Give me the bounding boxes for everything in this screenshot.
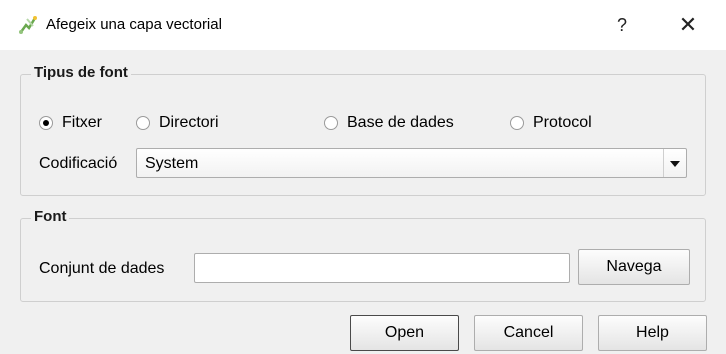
source-type-legend: Tipus de font: [31, 64, 131, 81]
radio-directory-label: Directori: [159, 114, 219, 131]
encoding-value: System: [145, 155, 199, 172]
close-button[interactable]: ✕: [673, 10, 703, 40]
source-legend: Font: [31, 208, 70, 225]
help-question-button[interactable]: ?: [607, 10, 637, 40]
source-type-group: Tipus de font Fitxer Directori Base de d…: [20, 64, 706, 196]
title-bar: Afegeix una capa vectorial ? ✕: [0, 0, 726, 50]
help-button[interactable]: Help: [598, 315, 707, 351]
source-group: Font Conjunt de dades Navega: [20, 208, 706, 302]
radio-file[interactable]: Fitxer: [39, 113, 102, 133]
chevron-down-icon[interactable]: [663, 149, 686, 177]
encoding-select[interactable]: System: [136, 148, 687, 178]
dataset-input[interactable]: [194, 253, 570, 283]
radio-dot-icon: [510, 116, 524, 130]
radio-dot-icon: [136, 116, 150, 130]
radio-dot-selected-icon: [39, 116, 53, 130]
radio-protocol-label: Protocol: [533, 114, 592, 131]
radio-database[interactable]: Base de dades: [324, 113, 454, 133]
qgis-vector-icon: [19, 16, 37, 34]
cancel-button[interactable]: Cancel: [474, 315, 583, 351]
radio-dot-icon: [324, 116, 338, 130]
browse-button[interactable]: Navega: [578, 249, 690, 285]
radio-directory[interactable]: Directori: [136, 113, 219, 133]
radio-file-label: Fitxer: [62, 114, 102, 131]
add-vector-layer-dialog: Afegeix una capa vectorial ? ✕ Tipus de …: [0, 0, 726, 354]
open-button[interactable]: Open: [350, 315, 459, 351]
radio-protocol[interactable]: Protocol: [510, 113, 592, 133]
encoding-label: Codificació: [39, 155, 118, 172]
radio-database-label: Base de dades: [347, 114, 454, 131]
window-title: Afegeix una capa vectorial: [46, 16, 222, 33]
dataset-label: Conjunt de dades: [39, 260, 165, 277]
